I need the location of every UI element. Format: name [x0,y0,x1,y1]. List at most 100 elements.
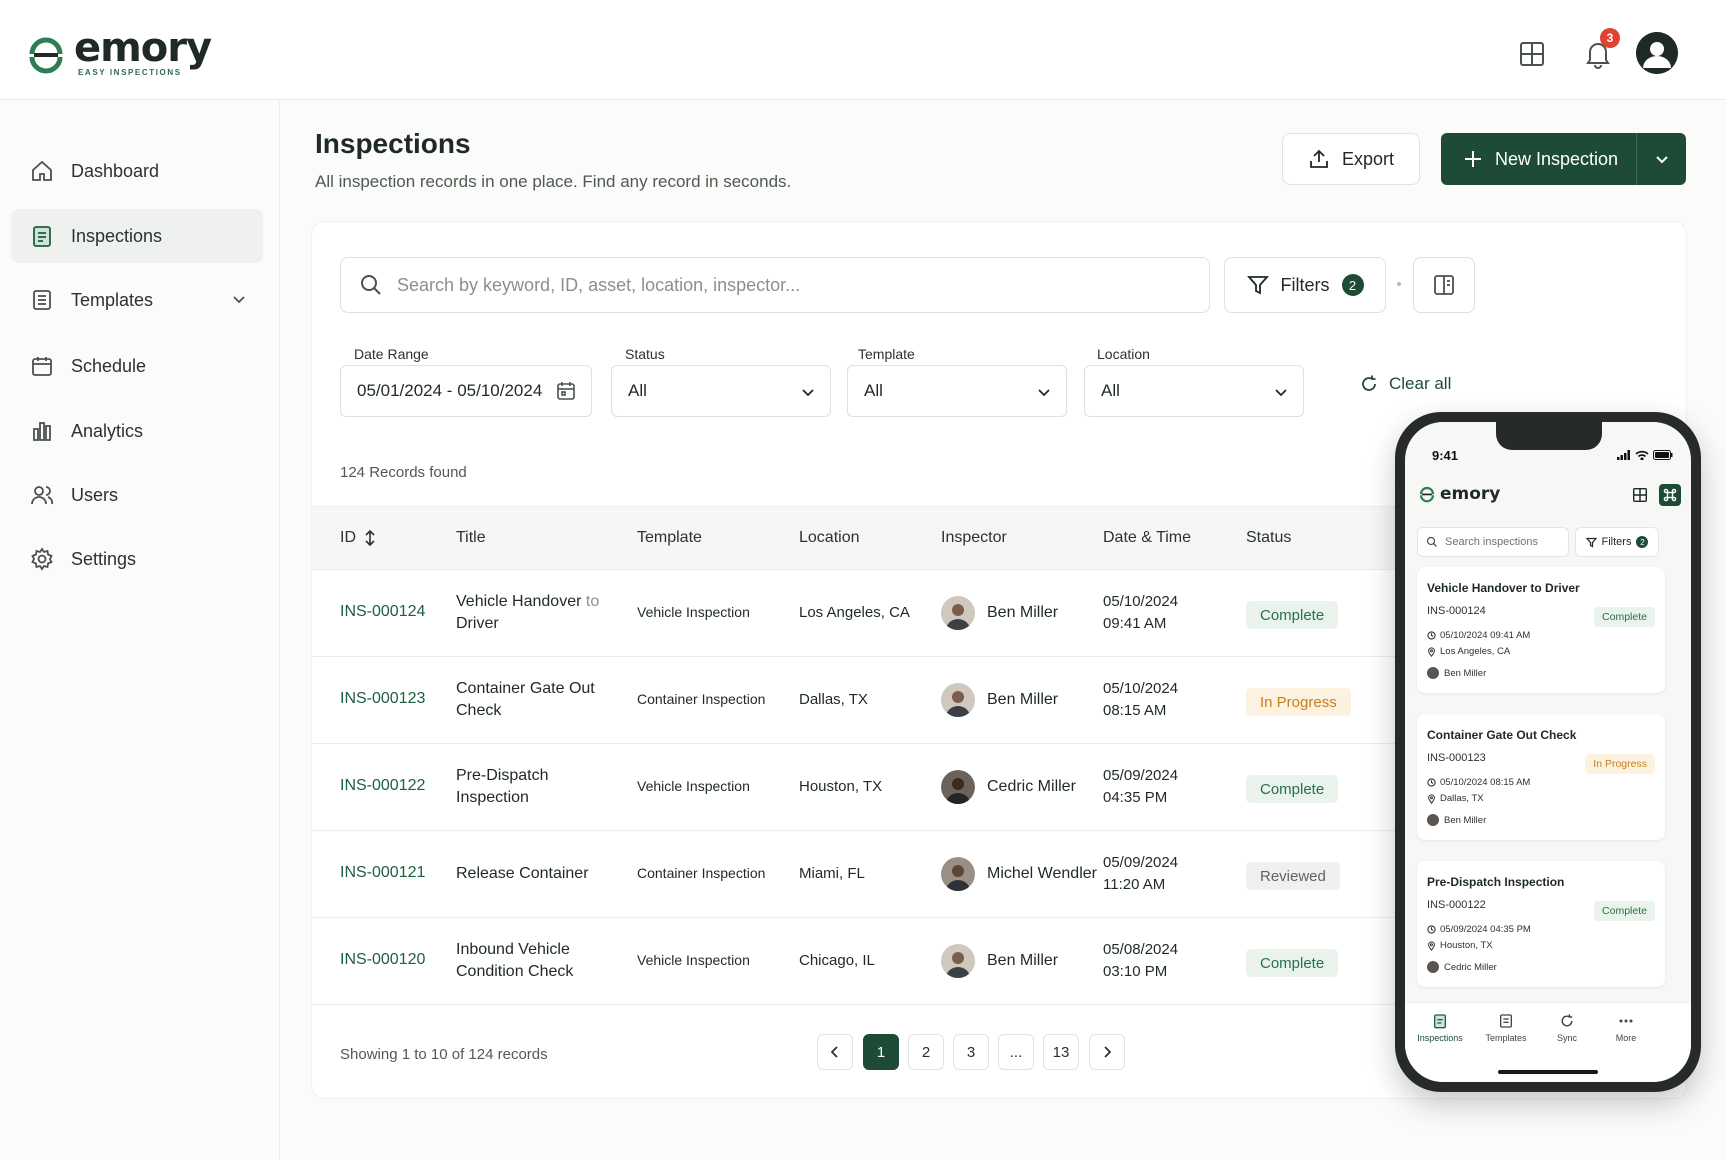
phone-inspection-card[interactable]: Vehicle Handover to Driver INS-000124 05… [1417,567,1665,693]
phone-tab-sync[interactable]: Sync [1537,1013,1597,1043]
pagination-page[interactable]: 1 [863,1034,899,1070]
sidebar-item-label: Schedule [71,355,147,376]
new-inspection-button[interactable]: New Inspection [1441,133,1686,185]
row-title: Vehicle Handover to Driver [456,593,600,632]
search-input[interactable]: Search by keyword, ID, asset, location, … [397,275,800,296]
columns-toggle-button[interactable] [1413,257,1475,313]
row-title: Inbound Vehicle Condition Check [456,941,574,980]
notifications-button[interactable]: 3 [1578,28,1620,74]
row-id-link[interactable]: INS-000122 [340,777,425,795]
search-box[interactable]: Search by keyword, ID, asset, location, … [340,257,1210,313]
sidebar-item-label: Settings [71,548,137,569]
phone-filters-button[interactable]: Filters 2 [1575,527,1659,557]
phone-grid-button[interactable] [1629,484,1651,506]
apps-grid-button[interactable] [1512,34,1552,74]
pagination-next-button[interactable] [1089,1034,1125,1070]
template-select[interactable]: All [847,365,1067,417]
inspector-avatar [941,944,975,978]
sidebar-item-schedule[interactable]: Schedule [11,339,263,393]
export-button[interactable]: Export [1282,133,1420,185]
phone-inspection-card[interactable]: Pre-Dispatch Inspection INS-000122 05/09… [1417,861,1665,987]
row-id-link[interactable]: INS-000120 [340,951,425,969]
template-icon [1500,1014,1512,1028]
clear-all-button[interactable]: Clear all [1359,374,1451,394]
sidebar-item-users[interactable]: Users [11,468,263,522]
row-id-link[interactable]: INS-000123 [340,690,425,708]
filters-button[interactable]: Filters 2 [1224,257,1386,313]
location-select-value: All [1101,381,1120,400]
sidebar-item-analytics[interactable]: Analytics [11,404,263,458]
filters-count-badge: 2 [1341,274,1364,296]
sidebar-item-templates[interactable]: Templates [11,273,263,327]
row-template: Vehicle Inspection [637,952,750,968]
status-badge: Complete [1246,949,1339,977]
calendar-icon [29,353,55,379]
status-select[interactable]: All [611,365,831,417]
wifi-icon [1635,450,1649,460]
pagination-page[interactable]: 13 [1043,1034,1079,1070]
pagination-prev-button[interactable] [817,1034,853,1070]
status-badge: In Progress [1246,688,1351,716]
phone-status-icons [1617,450,1673,460]
column-header-title[interactable]: Title [456,529,486,547]
calendar-icon [555,380,577,407]
column-header-inspector[interactable]: Inspector [941,529,1007,547]
battery-icon [1653,450,1673,460]
pagination-page[interactable]: 3 [953,1034,989,1070]
status-badge: Complete [1594,607,1655,627]
clock-icon [1427,778,1436,787]
sidebar-item-settings[interactable]: Settings [11,532,263,586]
user-avatar[interactable] [1636,32,1678,74]
row-id-link[interactable]: INS-000124 [340,603,425,621]
sidebar-item-inspections[interactable]: Inspections [11,209,263,263]
sidebar-item-dashboard[interactable]: Dashboard [11,144,263,198]
sidebar-item-label: Users [71,484,119,505]
card-inspector: Ben Miller [1427,814,1486,826]
brand-logo[interactable]: emory EASY INSPECTIONS [26,28,212,77]
pin-icon [1428,940,1435,951]
inspector-avatar [1427,961,1439,973]
column-header-date-time[interactable]: Date & Time [1103,529,1191,547]
new-inspection-dropdown[interactable] [1637,151,1686,167]
column-header-template[interactable]: Template [637,529,702,547]
users-icon [29,482,55,508]
pagination-page[interactable]: 2 [908,1034,944,1070]
row-id-link[interactable]: INS-000121 [340,864,425,882]
column-header-id[interactable]: ID [340,529,376,547]
chevron-left-icon [830,1046,838,1058]
top-bar: emory EASY INSPECTIONS 3 [0,0,1726,100]
row-template: Container Inspection [637,691,766,707]
phone-tab-templates[interactable]: Templates [1476,1013,1536,1043]
sidebar-item-label: Analytics [71,420,144,441]
card-title: Container Gate Out Check [1427,728,1577,742]
phone-inspection-card[interactable]: Container Gate Out Check INS-000123 05/1… [1417,714,1665,840]
clipboard-icon [29,223,55,249]
home-icon [29,158,55,184]
location-select[interactable]: All [1084,365,1304,417]
clock-icon [1427,631,1436,640]
command-icon [1663,488,1677,502]
pin-icon [1428,646,1435,657]
phone-search-box[interactable]: Search inspections [1417,527,1569,557]
phone-search-input[interactable]: Search inspections [1445,536,1538,548]
pagination-summary: Showing 1 to 10 of 124 records [340,1046,548,1063]
pagination-ellipsis: ... [998,1034,1034,1070]
phone-brand-logo[interactable]: emory [1418,484,1500,504]
card-inspector: Cedric Miller [1427,961,1497,973]
inspector-avatar [941,857,975,891]
new-inspection-label: New Inspection [1495,148,1619,169]
status-select-value: All [628,381,647,400]
column-header-location[interactable]: Location [799,529,860,547]
grid-icon [1633,488,1647,502]
date-range-picker[interactable]: 05/01/2024 - 05/10/2024 [340,365,592,417]
phone-tab-more[interactable]: More [1596,1013,1656,1043]
status-badge: Complete [1246,601,1339,629]
phone-scan-button[interactable] [1659,484,1681,506]
new-inspection-main[interactable]: New Inspection [1441,133,1637,185]
upload-icon [1310,149,1328,168]
row-location: Miami, FL [799,865,865,882]
column-header-status[interactable]: Status [1246,529,1291,547]
row-inspector: Ben Miller [941,683,1058,717]
phone-tab-inspections[interactable]: Inspections [1410,1013,1470,1043]
search-icon [359,273,383,297]
